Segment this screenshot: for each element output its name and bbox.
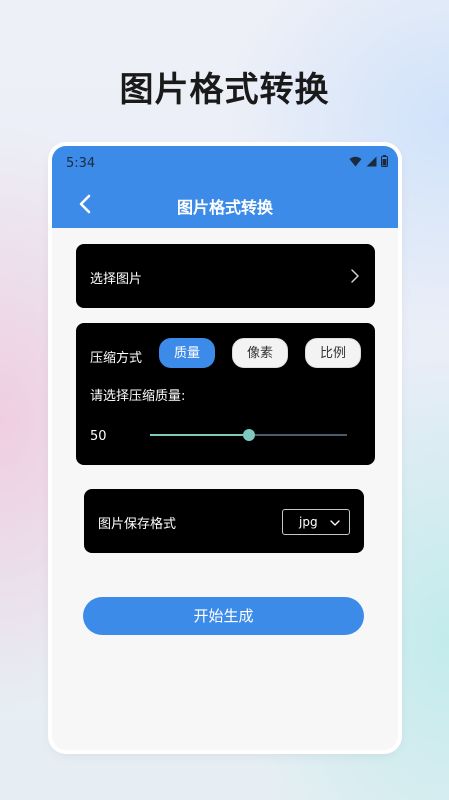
battery-icon (381, 155, 388, 167)
phone-frame: 5:34 图片格式转换 选择图片 压缩方式 质量 像素 比例 请选择压缩质量: … (52, 146, 398, 750)
status-icons (349, 155, 388, 167)
option-quality[interactable]: 质量 (159, 338, 215, 368)
option-ratio[interactable]: 比例 (305, 338, 361, 368)
save-format-card: 图片保存格式 jpg (84, 489, 364, 553)
signal-icon (366, 156, 377, 166)
option-pixel[interactable]: 像素 (232, 338, 288, 368)
select-image-row[interactable]: 选择图片 (76, 244, 375, 308)
format-dropdown[interactable]: jpg (282, 509, 350, 535)
status-time: 5:34 (66, 156, 96, 171)
app-bar: 图片格式转换 (52, 180, 398, 228)
format-value: jpg (299, 515, 318, 529)
wifi-icon (349, 156, 362, 166)
quality-value: 50 (90, 429, 107, 444)
compression-card: 压缩方式 质量 像素 比例 请选择压缩质量: 50 (76, 323, 375, 465)
quality-slider[interactable] (150, 429, 347, 441)
compression-label: 压缩方式 (90, 351, 143, 366)
save-format-label: 图片保存格式 (98, 517, 177, 532)
status-bar: 5:34 (52, 146, 398, 180)
chevron-right-icon (351, 269, 359, 283)
quality-prompt: 请选择压缩质量: (90, 389, 186, 404)
app-title: 图片格式转换 (176, 198, 273, 217)
start-button[interactable]: 开始生成 (83, 597, 364, 635)
slider-fill (150, 434, 249, 436)
select-image-label: 选择图片 (90, 272, 143, 287)
chevron-down-icon (330, 520, 340, 526)
promo-title: 图片格式转换 (119, 70, 330, 110)
slider-thumb[interactable] (242, 429, 255, 441)
